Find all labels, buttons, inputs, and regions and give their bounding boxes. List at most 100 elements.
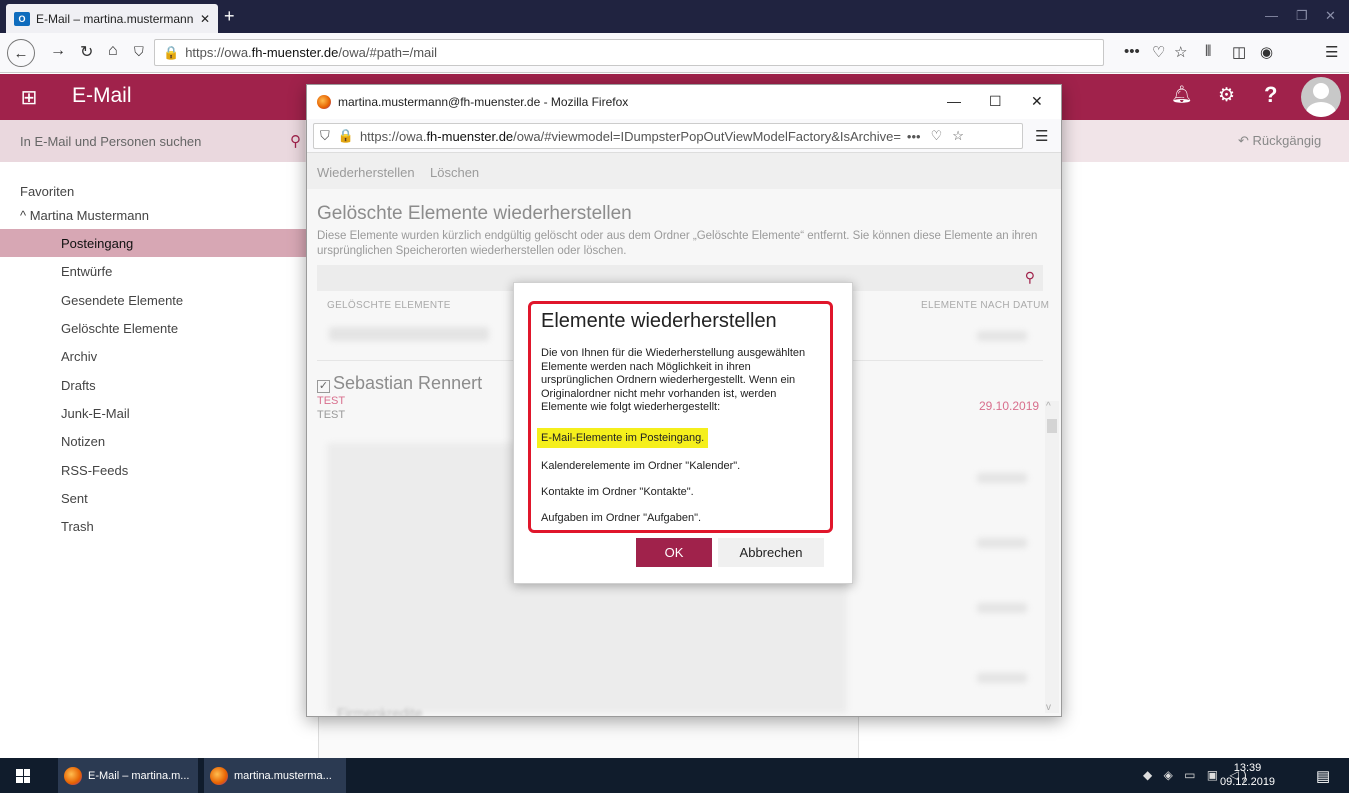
folder-posteingang[interactable]: Posteingang bbox=[0, 229, 318, 257]
maximize-icon[interactable]: ☐ bbox=[989, 93, 1002, 110]
column-sort-by-date[interactable]: ELEMENTE NACH DATUM bbox=[921, 300, 1049, 311]
folder-geloeschte[interactable]: Gelöschte Elemente bbox=[0, 314, 318, 342]
folder-label: Gesendete Elemente bbox=[61, 292, 184, 308]
sidebar-icon[interactable]: ◫ bbox=[1232, 43, 1246, 61]
folder-label: Notizen bbox=[61, 433, 106, 449]
forward-icon[interactable]: → bbox=[50, 42, 66, 60]
dialog-text: Die von Ihnen für die Wiederherstellung … bbox=[541, 347, 806, 413]
ok-button[interactable]: OK bbox=[636, 538, 712, 567]
close-window-icon[interactable]: ✕ bbox=[1031, 93, 1043, 110]
app-title: E-Mail bbox=[72, 84, 132, 107]
help-icon[interactable]: ? bbox=[1264, 82, 1277, 108]
column-deleted-items: GELÖSCHTE ELEMENTE bbox=[327, 300, 451, 311]
notification-icon[interactable]: ▤ bbox=[1316, 767, 1330, 785]
favorites-header[interactable]: Favoriten bbox=[20, 184, 74, 199]
firefox-icon bbox=[210, 766, 228, 785]
list-item-preview: TEST bbox=[317, 409, 346, 421]
folder-archiv[interactable]: Archiv bbox=[0, 342, 318, 370]
url-prefix: https://owa. bbox=[359, 128, 427, 144]
recover-toolbar: Wiederherstellen Löschen bbox=[307, 153, 1061, 189]
bell-icon[interactable]: 🔔︎ bbox=[1171, 85, 1193, 105]
folder-label: RSS-Feeds bbox=[61, 462, 129, 478]
close-window-icon[interactable]: ✕ bbox=[1325, 8, 1336, 24]
restore-icon[interactable]: ❐ bbox=[1296, 8, 1308, 24]
url-prefix: https://owa. bbox=[185, 45, 252, 60]
new-tab-icon[interactable]: + bbox=[224, 6, 235, 27]
account-icon[interactable]: ◉ bbox=[1260, 43, 1273, 61]
folder-sent[interactable]: Sent bbox=[0, 484, 318, 512]
minimize-icon[interactable]: — bbox=[1265, 8, 1278, 23]
library-icon[interactable]: ⫴ bbox=[1205, 43, 1211, 60]
shield-icon[interactable]: ⛉ bbox=[134, 44, 144, 60]
address-bar[interactable]: 🔒 https://owa. fh-muenster.de/owa/#path=/… bbox=[154, 39, 1104, 66]
restore-button[interactable]: Wiederherstellen bbox=[317, 165, 415, 180]
undo-label: Rückgängig bbox=[1252, 133, 1322, 148]
browser-tab[interactable]: O E-Mail – martina.mustermann@ ✕ bbox=[6, 4, 218, 33]
folder-gesendete[interactable]: Gesendete Elemente bbox=[0, 286, 318, 314]
browser-nav-bar: ← → ↻ ⌂ ⛉ 🔒 https://owa. fh-muenster.de/o… bbox=[0, 33, 1349, 73]
list-item-sender[interactable]: ✓ Sebastian Rennert bbox=[317, 373, 482, 394]
search-icon[interactable]: ⚲ bbox=[1025, 269, 1035, 286]
minimize-icon[interactable]: — bbox=[947, 93, 961, 109]
bookmark-star-icon[interactable]: ☆ bbox=[1174, 43, 1187, 61]
dialog-title: Elemente wiederherstellen bbox=[541, 310, 777, 332]
folder-label: Junk-E-Mail bbox=[61, 405, 130, 421]
menu-icon[interactable]: ☰ bbox=[1035, 127, 1048, 145]
scroll-up-icon[interactable]: ^ bbox=[1046, 401, 1051, 412]
app-launcher-icon[interactable]: ⊞ bbox=[0, 74, 58, 120]
blurred-content bbox=[329, 327, 489, 341]
pocket-icon[interactable]: ♡ bbox=[1152, 43, 1165, 61]
menu-icon[interactable]: ☰ bbox=[1325, 43, 1338, 61]
shield-icon: ⛉ bbox=[320, 128, 330, 143]
dialog-line-calendar: Kalenderelemente im Ordner "Kalender". bbox=[541, 460, 741, 472]
folder-label: Sent bbox=[61, 490, 88, 506]
folder-trash[interactable]: Trash bbox=[0, 512, 318, 540]
scroll-down-icon[interactable]: v bbox=[1046, 702, 1051, 713]
undo-button[interactable]: ↶ Rückgängig bbox=[1238, 133, 1321, 149]
url-path: /owa/#viewmodel=IDumpsterPopOutViewModel… bbox=[513, 128, 901, 144]
folder-label: Trash bbox=[61, 518, 94, 534]
bookmark-star-icon[interactable]: ☆ bbox=[952, 128, 964, 144]
checkbox[interactable]: ✓ bbox=[317, 380, 330, 393]
folder-label: Drafts bbox=[61, 377, 96, 393]
page-actions-icon[interactable]: ••• bbox=[907, 129, 921, 144]
folder-notizen[interactable]: Notizen bbox=[0, 427, 318, 455]
pocket-icon[interactable]: ♡ bbox=[931, 128, 943, 144]
scrollbar[interactable]: ^ v bbox=[1045, 401, 1059, 713]
page-actions-icon[interactable]: ••• bbox=[1124, 43, 1140, 60]
url-domain: fh-muenster.de bbox=[251, 45, 339, 60]
taskbar-item-popup[interactable]: martina.musterma... bbox=[204, 758, 346, 793]
popup-title: martina.mustermann@fh-muenster.de - Mozi… bbox=[338, 95, 629, 109]
folder-drafts[interactable]: Drafts bbox=[0, 371, 318, 399]
lock-icon: 🔒 bbox=[337, 128, 354, 143]
avatar[interactable] bbox=[1301, 77, 1341, 117]
reload-icon[interactable]: ↻ bbox=[80, 42, 93, 62]
search-icon[interactable]: ⚲ bbox=[290, 132, 301, 150]
windows-start-icon[interactable] bbox=[16, 769, 30, 783]
gear-icon[interactable]: ⚙ bbox=[1218, 84, 1235, 107]
tab-title: E-Mail – martina.mustermann@ bbox=[36, 11, 194, 26]
clock-time: 13:39 bbox=[1233, 762, 1262, 774]
clock[interactable]: 13:39 09.12.2019 bbox=[1220, 761, 1275, 789]
cancel-button[interactable]: Abbrechen bbox=[718, 538, 824, 567]
clock-date: 09.12.2019 bbox=[1220, 776, 1276, 788]
back-icon[interactable]: ← bbox=[7, 39, 35, 67]
account-header[interactable]: ^ Martina Mustermann bbox=[20, 208, 149, 223]
taskbar-item-owa[interactable]: E-Mail – martina.m... bbox=[58, 758, 198, 793]
folder-rss[interactable]: RSS-Feeds bbox=[0, 456, 318, 484]
folder-junk[interactable]: Junk-E-Mail bbox=[0, 399, 318, 427]
home-icon[interactable]: ⌂ bbox=[108, 42, 118, 60]
page-description: Diese Elemente wurden kürzlich endgültig… bbox=[317, 230, 1038, 257]
folder-entwuerfe[interactable]: Entwürfe bbox=[0, 257, 318, 285]
delete-button[interactable]: Löschen bbox=[430, 165, 479, 180]
dialog-line-tasks: Aufgaben im Ordner "Aufgaben". bbox=[541, 512, 702, 524]
scroll-thumb[interactable] bbox=[1047, 419, 1057, 433]
popup-address-bar[interactable]: ⛉ 🔒 https://owa. fh-muenster.de/owa/#view… bbox=[313, 123, 1023, 149]
close-tab-icon[interactable]: ✕ bbox=[200, 12, 210, 26]
blurred-content bbox=[977, 603, 1027, 613]
dialog-line-mail: E-Mail-Elemente im Posteingang. bbox=[537, 428, 709, 448]
blurred-content bbox=[977, 473, 1027, 483]
search-input[interactable]: In E-Mail und Personen suchen ⚲ bbox=[0, 120, 305, 162]
firefox-icon bbox=[317, 95, 331, 109]
blurred-content bbox=[977, 673, 1027, 683]
